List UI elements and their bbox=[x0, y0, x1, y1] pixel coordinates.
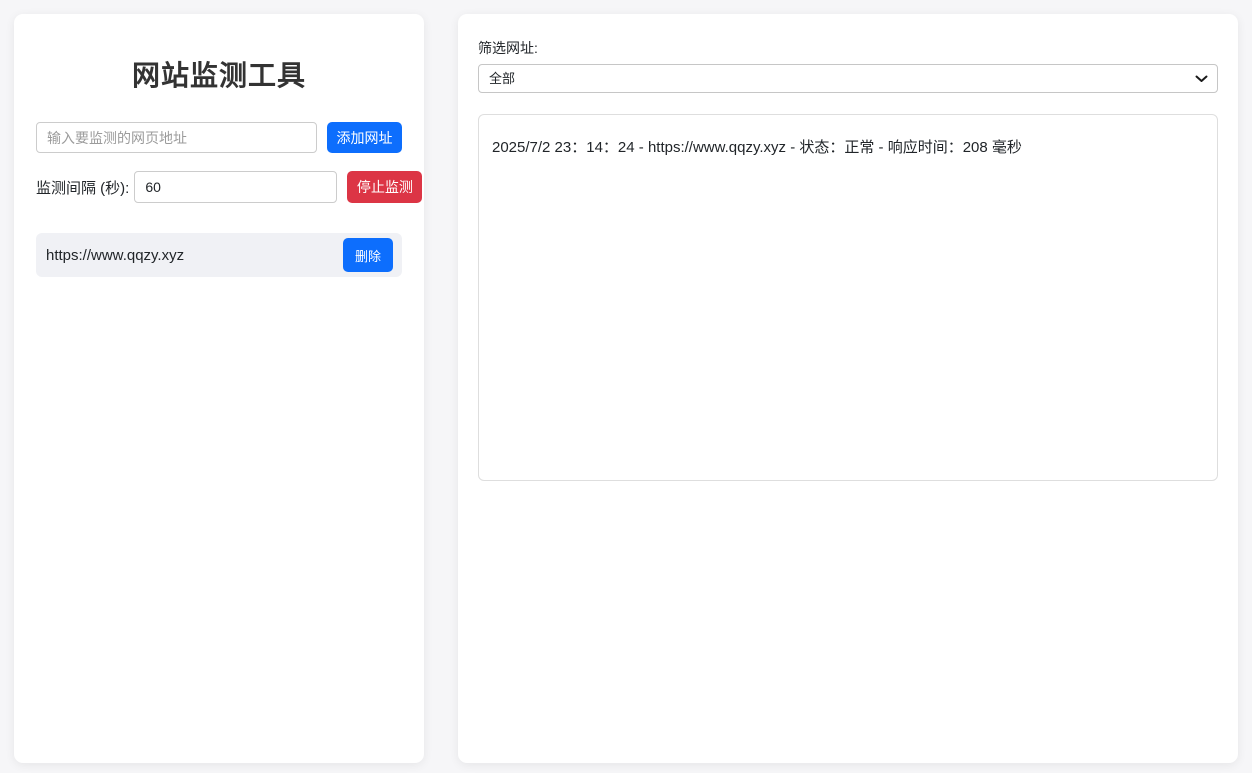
add-url-row: 添加网址 bbox=[36, 122, 402, 153]
log-entry: 2025/7/2 23：14：24 - https://www.qqzy.xyz… bbox=[492, 137, 1204, 158]
monitor-panel: 网站监测工具 添加网址 监测间隔 (秒): 停止监测 https://www.q… bbox=[14, 14, 424, 763]
log-box: 2025/7/2 23：14：24 - https://www.qqzy.xyz… bbox=[478, 114, 1218, 481]
site-list: https://www.qqzy.xyz 删除 bbox=[34, 233, 404, 277]
filter-select-wrap: 全部 bbox=[478, 64, 1218, 93]
interval-input[interactable] bbox=[134, 171, 337, 203]
stop-monitor-button[interactable]: 停止监测 bbox=[347, 171, 422, 203]
log-panel: 筛选网址: 全部 2025/7/2 23：14：24 - https://www… bbox=[458, 14, 1238, 763]
url-input[interactable] bbox=[36, 122, 317, 153]
interval-row: 监测间隔 (秒): 停止监测 bbox=[36, 171, 402, 203]
site-list-item: https://www.qqzy.xyz 删除 bbox=[36, 233, 402, 277]
interval-label: 监测间隔 (秒): bbox=[36, 177, 129, 198]
add-url-button[interactable]: 添加网址 bbox=[327, 122, 402, 153]
filter-label: 筛选网址: bbox=[478, 38, 1218, 58]
page-title: 网站监测工具 bbox=[34, 54, 404, 94]
site-url: https://www.qqzy.xyz bbox=[46, 247, 184, 264]
app-root: 网站监测工具 添加网址 监测间隔 (秒): 停止监测 https://www.q… bbox=[0, 0, 1252, 773]
filter-select[interactable]: 全部 bbox=[478, 64, 1218, 93]
delete-site-button[interactable]: 删除 bbox=[343, 238, 393, 272]
